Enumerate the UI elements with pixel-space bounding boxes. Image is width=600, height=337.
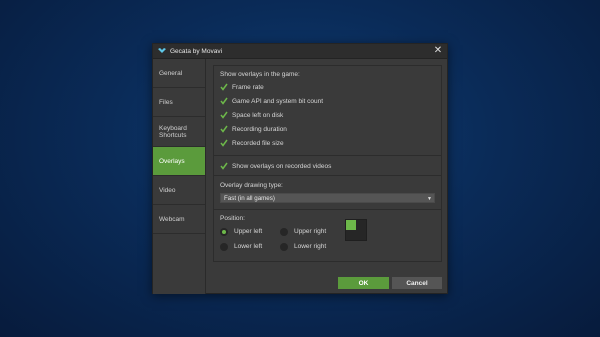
close-icon[interactable]: ✕ xyxy=(432,45,444,57)
checkmark-icon xyxy=(220,162,228,170)
position-marker xyxy=(346,220,356,230)
checkmark-icon xyxy=(220,111,228,119)
radio-indicator xyxy=(220,242,228,251)
ok-button[interactable]: OK xyxy=(338,277,389,289)
drawing-type-title: Overlay drawing type: xyxy=(220,182,283,189)
settings-window: Gecata by Movavi ✕ General Files Keyboar… xyxy=(152,43,448,294)
checkmark-icon xyxy=(220,97,228,105)
radio-lower-right[interactable]: Lower right xyxy=(280,241,340,252)
radio-label: Lower left xyxy=(234,243,263,250)
checkbox-label: Space left on disk xyxy=(232,111,284,119)
checkbox-frame-rate[interactable]: Frame rate xyxy=(220,80,435,94)
sidebar-item-files[interactable]: Files xyxy=(153,88,205,117)
sidebar-item-webcam[interactable]: Webcam xyxy=(153,205,205,234)
radio-upper-right[interactable]: Upper right xyxy=(280,226,340,237)
position-preview xyxy=(345,219,367,241)
window-title: Gecata by Movavi xyxy=(170,47,223,55)
sidebar-item-overlays[interactable]: Overlays xyxy=(153,147,205,176)
checkbox-recording-duration[interactable]: Recording duration xyxy=(220,122,435,136)
checkbox-label: Show overlays on recorded videos xyxy=(232,162,332,170)
checkbox-label: Game API and system bit count xyxy=(232,97,324,105)
checkbox-game-api[interactable]: Game API and system bit count xyxy=(220,94,435,108)
radio-label: Upper left xyxy=(234,228,263,235)
drawing-type-section: Overlay drawing type: Fast (in all games… xyxy=(214,176,441,210)
sidebar-item-video[interactable]: Video xyxy=(153,176,205,205)
checkbox-recorded-file-size[interactable]: Recorded file size xyxy=(220,136,435,150)
radio-indicator xyxy=(280,242,288,251)
checkbox-label: Recorded file size xyxy=(232,139,284,147)
gecata-logo-icon xyxy=(158,48,166,54)
show-overlays-title: Show overlays in the game: xyxy=(220,71,300,78)
cancel-button[interactable]: Cancel xyxy=(392,277,442,289)
position-section: Position: Upper left Upper right Lower l… xyxy=(214,210,441,261)
radio-lower-left[interactable]: Lower left xyxy=(220,241,280,252)
checkbox-show-on-recorded[interactable]: Show overlays on recorded videos xyxy=(220,159,435,173)
checkbox-label: Recording duration xyxy=(232,125,287,133)
radio-upper-left[interactable]: Upper left xyxy=(220,226,280,237)
overlays-panel: Show overlays in the game: Frame rate Ga… xyxy=(213,65,442,262)
title-bar[interactable]: Gecata by Movavi ✕ xyxy=(153,44,447,59)
checkbox-space-left[interactable]: Space left on disk xyxy=(220,108,435,122)
sidebar: General Files Keyboard Shortcuts Overlay… xyxy=(153,59,206,294)
recorded-videos-section: Show overlays on recorded videos xyxy=(214,156,441,176)
checkmark-icon xyxy=(220,125,228,133)
checkbox-label: Frame rate xyxy=(232,83,264,91)
sidebar-item-keyboard-shortcuts[interactable]: Keyboard Shortcuts xyxy=(153,117,205,147)
checkmark-icon xyxy=(220,139,228,147)
radio-indicator xyxy=(280,227,288,236)
chevron-down-icon: ▼ xyxy=(427,196,432,202)
select-value: Fast (in all games) xyxy=(224,194,275,202)
radio-label: Lower right xyxy=(294,243,327,250)
position-title: Position: xyxy=(220,215,245,222)
checkmark-icon xyxy=(220,83,228,91)
radio-indicator xyxy=(220,227,228,236)
overlay-options-section: Show overlays in the game: Frame rate Ga… xyxy=(214,66,441,156)
radio-label: Upper right xyxy=(294,228,327,235)
sidebar-item-general[interactable]: General xyxy=(153,59,205,88)
position-radio-group: Upper left Upper right Lower left Lower … xyxy=(220,226,435,252)
drawing-type-select[interactable]: Fast (in all games) ▼ xyxy=(220,193,435,203)
